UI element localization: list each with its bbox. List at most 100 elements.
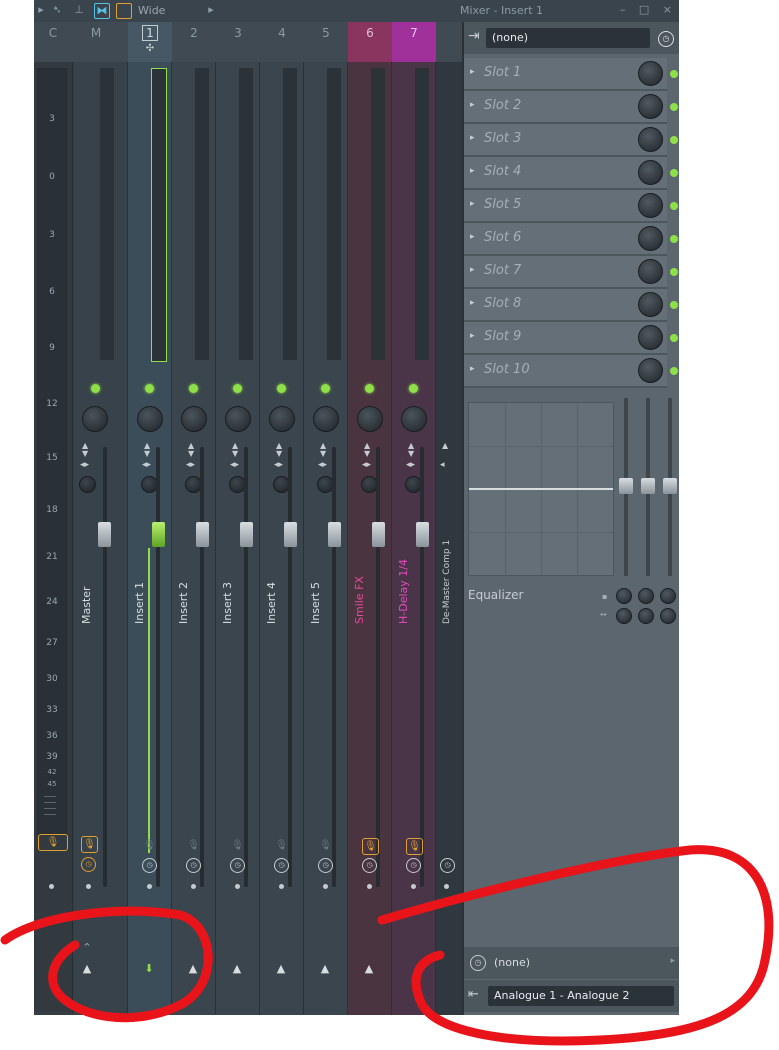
effect-slot-3[interactable]: ▸ Slot 3 — [464, 124, 667, 157]
eq-high-band-fader[interactable] — [663, 478, 677, 494]
swap-arrows-icon[interactable]: ▲ ▼ — [82, 442, 88, 458]
route-dot[interactable] — [323, 884, 328, 889]
eq-mid-band-fader[interactable] — [641, 478, 655, 494]
slot-arrow-icon[interactable]: ▸ — [470, 331, 475, 341]
route-arrow-icon[interactable]: ▲ — [274, 962, 288, 976]
stereo-arrows-icon[interactable]: ◂▸ — [186, 460, 195, 470]
route-arrow-icon[interactable]: ▲ — [186, 962, 200, 976]
track-smile-fx[interactable]: Smile FX ▲ ▼ ◂▸ 🎙 ◷ ▲ — [348, 62, 392, 1015]
slot-enable-led[interactable] — [670, 103, 678, 111]
pan-knob[interactable] — [357, 406, 383, 432]
header-insert-1[interactable]: 1 ✣ — [128, 22, 172, 62]
audio-input-icon[interactable]: ⇥ — [468, 28, 480, 44]
track-name[interactable]: Insert 1 — [133, 580, 153, 624]
effect-slot-9[interactable]: ▸ Slot 9 — [464, 322, 667, 355]
pan-knob[interactable] — [181, 406, 207, 432]
record-arm-icon[interactable]: 🎙 — [230, 838, 245, 853]
volume-fader[interactable] — [328, 522, 341, 547]
slot-mix-knob[interactable] — [638, 160, 663, 185]
volume-fader[interactable] — [98, 522, 111, 547]
track-enable-led[interactable] — [233, 384, 242, 393]
header-master[interactable]: M — [74, 22, 118, 62]
record-arm-icon[interactable]: 🎙 — [142, 838, 157, 853]
pan-knob[interactable] — [269, 406, 295, 432]
header-insert-5[interactable]: 5 — [304, 22, 348, 62]
eq-low-band-fader[interactable] — [619, 478, 633, 494]
track-master[interactable]: Master ▲ ▼ ◂▸ 🎙 ◷ ^ ▲ — [74, 62, 128, 1015]
stereo-arrows-icon[interactable]: ◂▸ — [230, 460, 239, 470]
stereo-arrows-icon[interactable]: ◂▸ — [362, 460, 371, 470]
audio-output-icon[interactable]: ⇤ — [468, 987, 479, 1002]
eq-high-freq-knob[interactable] — [660, 588, 676, 604]
swap-arrows-icon[interactable]: ▲ ▼ — [364, 442, 370, 458]
eq-mid-bw-knob[interactable] — [638, 608, 654, 624]
effect-slot-7[interactable]: ▸ Slot 7 — [464, 256, 667, 289]
track-enable-led[interactable] — [189, 384, 198, 393]
latency-clock-icon[interactable]: ◷ — [81, 857, 96, 872]
track-insert-3[interactable]: Insert 3 ▲ ▼ ◂▸ 🎙 ◷ ▲ — [216, 62, 260, 1015]
route-arrow-icon[interactable]: ▲ — [230, 962, 244, 976]
effect-slot-1[interactable]: ▸ Slot 1 — [464, 58, 667, 91]
track-enable-led[interactable] — [91, 384, 100, 393]
menu-arrow-icon[interactable]: ▸ — [34, 3, 48, 17]
swap-arrows-icon[interactable]: ▲ ▼ — [408, 442, 414, 458]
route-arrow-icon[interactable]: ▲ — [80, 962, 94, 976]
slot-mix-knob[interactable] — [638, 226, 663, 251]
swap-arrows-icon[interactable]: ▲ ▼ — [188, 442, 194, 458]
pan-knob[interactable] — [401, 406, 427, 432]
view-mode-icon[interactable]: ⧓ — [94, 3, 110, 19]
track-insert-5[interactable]: Insert 5 ▲ ▼ ◂▸ 🎙 ◷ ▲ — [304, 62, 348, 1015]
track-name[interactable]: Insert 2 — [177, 580, 197, 624]
eq-graph[interactable] — [468, 402, 614, 576]
volume-fader[interactable] — [284, 522, 297, 547]
track-enable-led[interactable] — [145, 384, 154, 393]
route-up-small-icon[interactable]: ^ — [80, 942, 94, 956]
slot-arrow-icon[interactable]: ▸ — [470, 364, 475, 374]
slot-arrow-icon[interactable]: ▸ — [470, 100, 475, 110]
slot-enable-led[interactable] — [670, 169, 678, 177]
header-insert-4[interactable]: 4 — [260, 22, 304, 62]
preset-arrow-icon[interactable]: ▸ — [204, 3, 218, 17]
track-name[interactable]: Insert 4 — [265, 580, 285, 624]
slot-enable-led[interactable] — [670, 268, 678, 276]
slot-mix-knob[interactable] — [638, 94, 663, 119]
volume-fader[interactable] — [416, 522, 429, 547]
slot-mix-knob[interactable] — [638, 358, 663, 383]
track-name[interactable]: De-Master Comp 1 — [442, 540, 462, 624]
route-dot[interactable] — [279, 884, 284, 889]
window-controls[interactable]: – □ × — [620, 3, 677, 16]
slot-arrow-icon[interactable]: ▸ — [470, 67, 475, 77]
eq-low-freq-knob[interactable] — [616, 588, 632, 604]
volume-fader[interactable] — [240, 522, 253, 547]
track-insert-1[interactable]: Insert 1 ▲ ▼ ◂▸ 🎙 ◷ ⬇ — [128, 62, 172, 1015]
audio-input-select[interactable]: (none) — [486, 28, 650, 48]
latency-clock-icon[interactable]: ◷ — [470, 955, 486, 971]
latency-clock-icon[interactable]: ◷ — [318, 858, 333, 873]
record-arm-icon[interactable]: 🎙 — [318, 838, 333, 853]
track-name[interactable]: Insert 3 — [221, 580, 241, 624]
route-dot[interactable] — [86, 884, 91, 889]
eq-low-bw-knob[interactable] — [616, 608, 632, 624]
record-arm-icon[interactable]: 🎙 — [362, 838, 379, 855]
track-enable-led[interactable] — [277, 384, 286, 393]
move-handle-icon[interactable]: ✣ — [128, 44, 172, 54]
route-dot[interactable] — [235, 884, 240, 889]
slot-arrow-icon[interactable]: ▸ — [470, 298, 475, 308]
header-insert-7[interactable]: 7 — [392, 22, 436, 62]
track-enable-led[interactable] — [321, 384, 330, 393]
stereo-separation-knob[interactable] — [79, 476, 96, 493]
volume-fader[interactable] — [196, 522, 209, 547]
volume-fader[interactable] — [152, 522, 165, 547]
swap-arrows-icon[interactable]: ▲ ▼ — [320, 442, 326, 458]
route-dot[interactable] — [191, 884, 196, 889]
slot-mix-knob[interactable] — [638, 127, 663, 152]
record-arm-icon[interactable]: 🎙 — [186, 838, 201, 853]
eq-mid-freq-knob[interactable] — [638, 588, 654, 604]
effect-slot-10[interactable]: ▸ Slot 10 — [464, 355, 667, 388]
volume-fader[interactable] — [372, 522, 385, 547]
latency-clock-icon[interactable]: ◷ — [440, 858, 455, 873]
stereo-arrows-icon[interactable]: ◂▸ — [318, 460, 327, 470]
header-insert-2[interactable]: 2 — [172, 22, 216, 62]
eq-high-bw-knob[interactable] — [660, 608, 676, 624]
pan-knob[interactable] — [225, 406, 251, 432]
